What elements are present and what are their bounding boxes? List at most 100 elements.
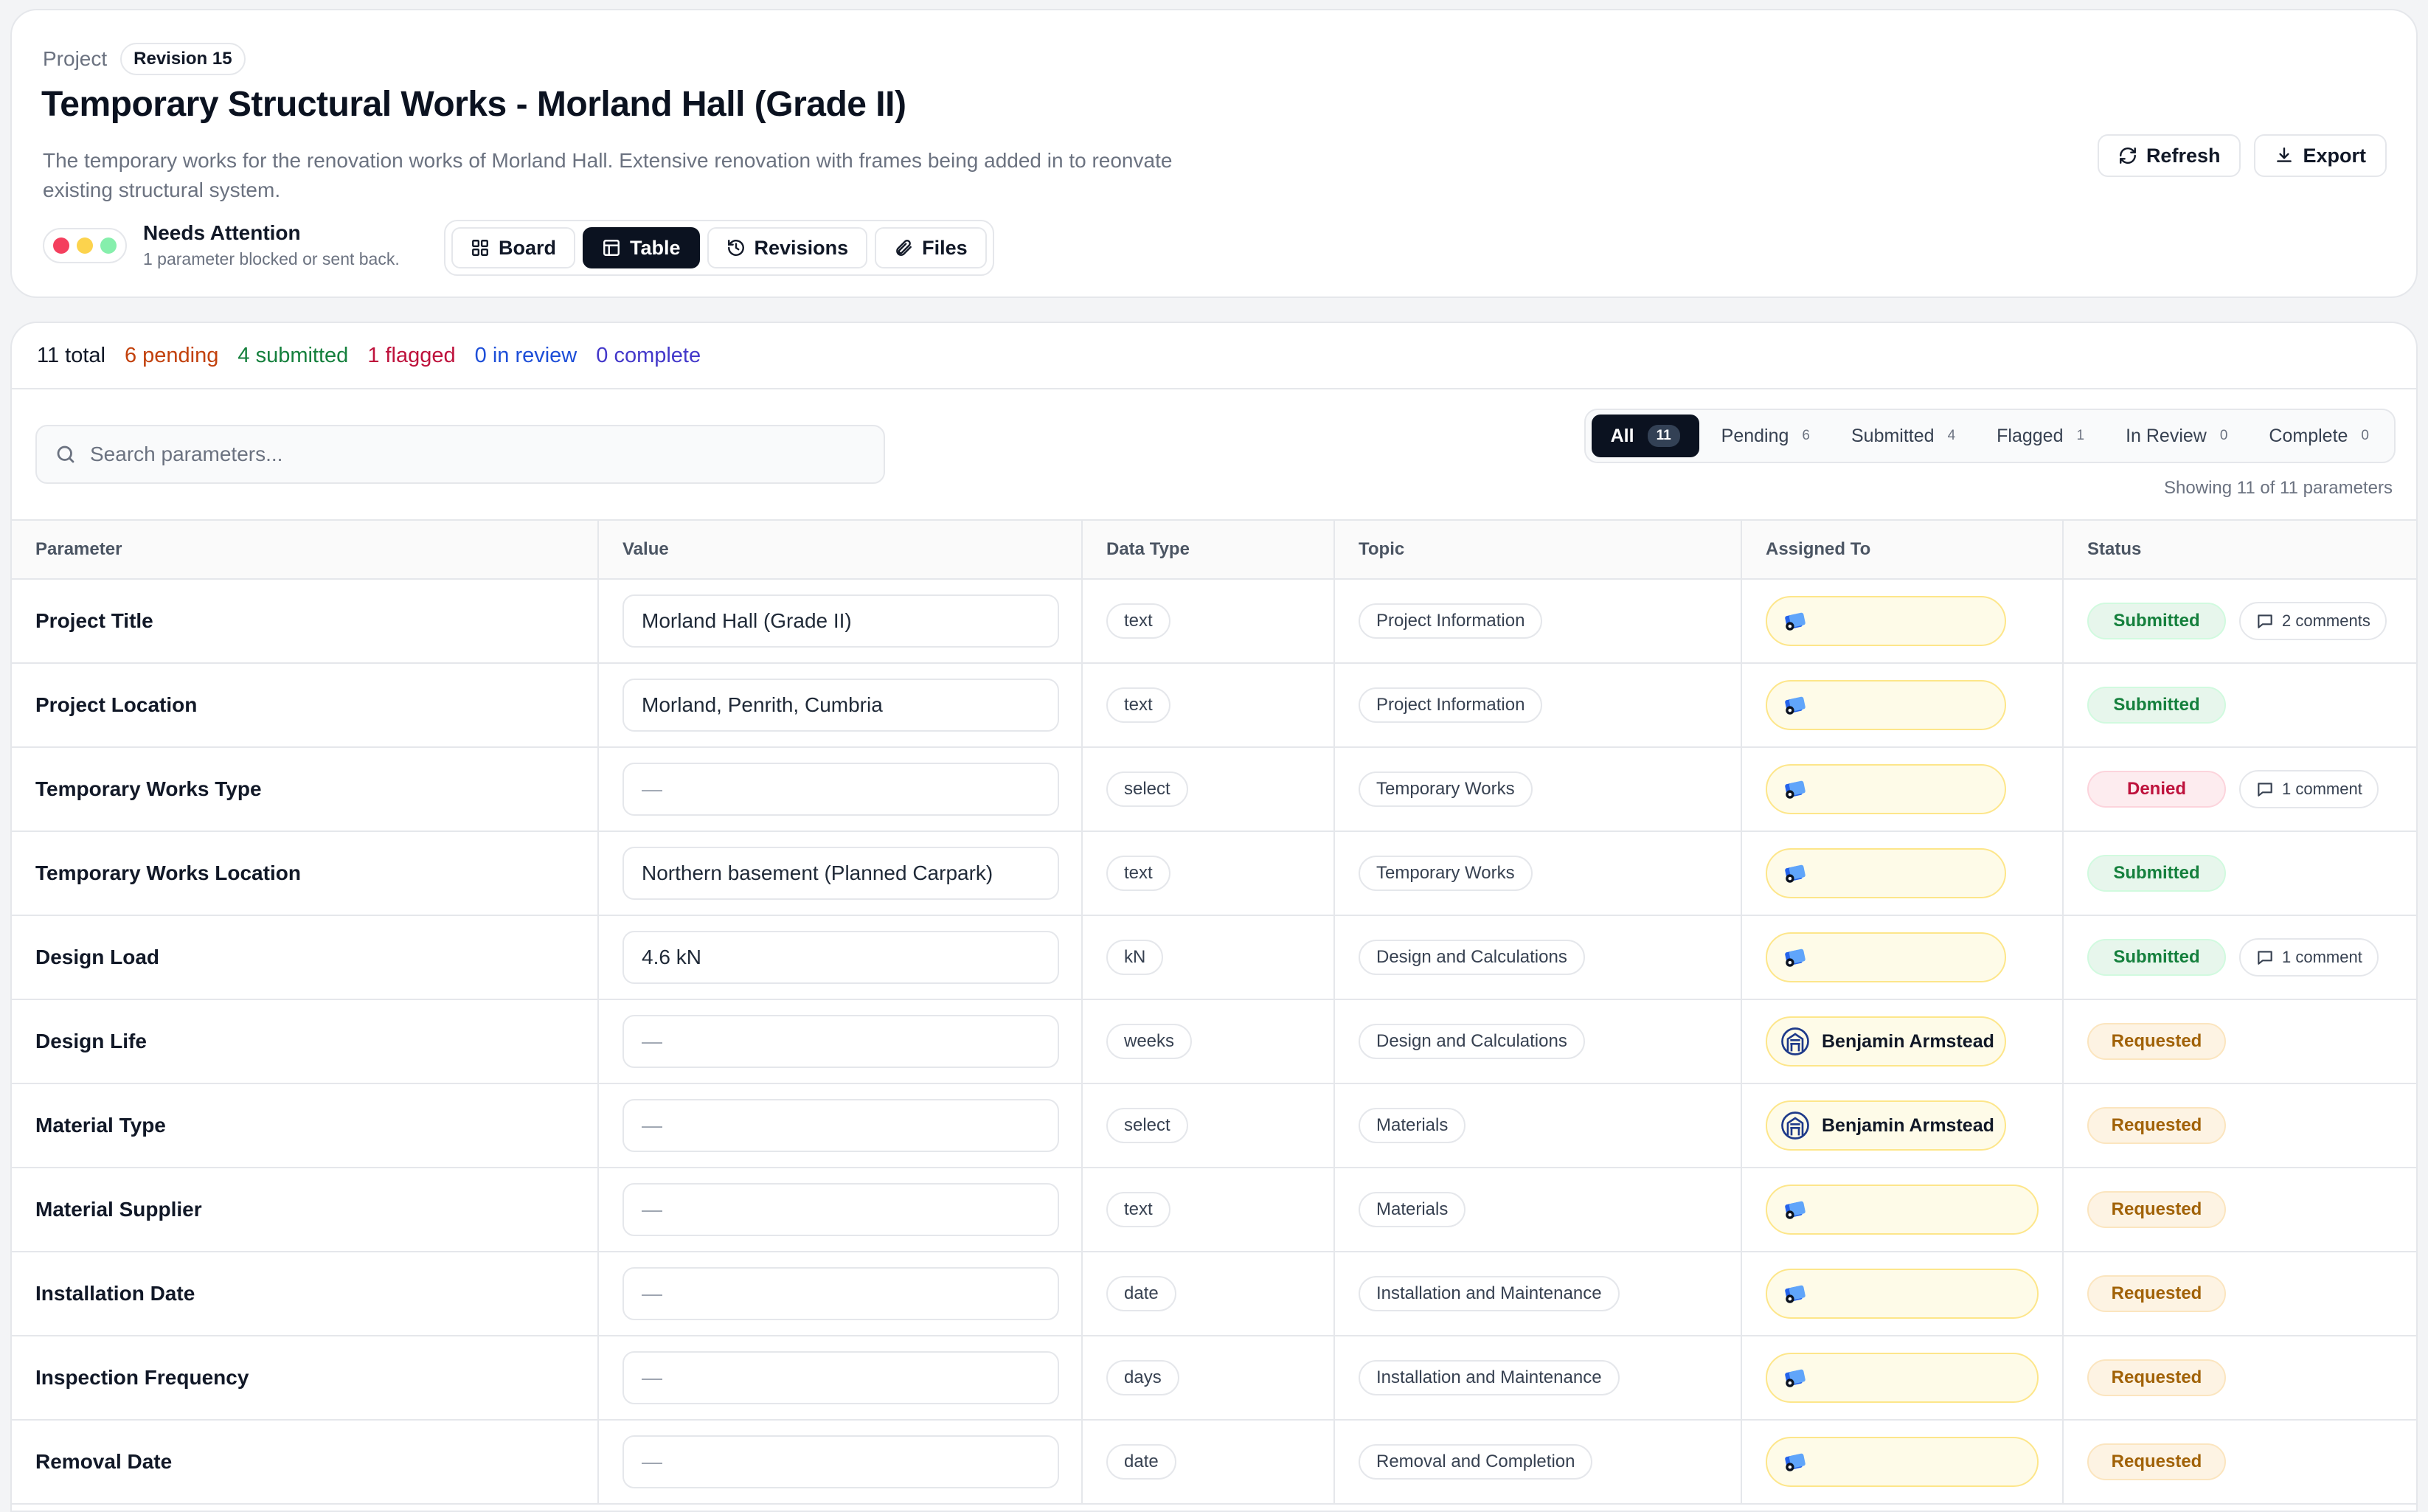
status-title: Needs Attention	[143, 221, 301, 244]
view-board-button[interactable]: Board	[451, 227, 576, 268]
column-header-status[interactable]: Status	[2064, 521, 2416, 578]
traffic-dot-amber	[77, 237, 93, 254]
table-row[interactable]: Material Supplier — text Materials Requested	[12, 1168, 2416, 1252]
topic-badge: Removal and Completion	[1359, 1444, 1593, 1480]
avatar	[1779, 689, 1811, 721]
comment-icon	[2258, 614, 2272, 628]
parameters-table: Parameter Value Data Type Topic Assigned…	[12, 519, 2416, 1505]
assignee-chip[interactable]	[1766, 1437, 2039, 1487]
project-header-card: Project Revision 15 Temporary Structural…	[10, 9, 2418, 298]
view-revisions-label: Revisions	[754, 236, 849, 259]
comments-button[interactable]: 2 comments	[2239, 602, 2387, 640]
assignee-chip[interactable]	[1766, 764, 2006, 814]
project-status: Needs Attention 1 parameter blocked or s…	[43, 221, 400, 269]
filter-tab-all[interactable]: All 11	[1591, 415, 1699, 457]
value-field[interactable]: —	[622, 1435, 1059, 1488]
column-header-parameter[interactable]: Parameter	[12, 521, 599, 578]
assignee-chip[interactable]	[1766, 848, 2006, 898]
data-type-badge: text	[1106, 1192, 1170, 1227]
cell-parameter: Removal Date	[12, 1421, 599, 1503]
parameters-card: 11 total 6 pending 4 submitted 1 flagged…	[10, 322, 2418, 1512]
avatar	[1779, 941, 1811, 974]
comments-count: 1 comment	[2282, 780, 2362, 798]
data-type-badge: select	[1106, 1108, 1188, 1143]
download-icon	[2277, 148, 2292, 162]
export-button[interactable]: Export	[2254, 134, 2387, 177]
table-row[interactable]: Project Location Morland, Penrith, Cumbri…	[12, 664, 2416, 748]
company-logo-icon	[1785, 696, 1806, 715]
topic-badge: Temporary Works	[1359, 856, 1533, 891]
value-field[interactable]: —	[622, 1183, 1059, 1236]
table-row[interactable]: Design Life — weeks Design and Calculations…	[12, 1000, 2416, 1084]
view-revisions-button[interactable]: Revisions	[707, 227, 868, 268]
cell-data-type: kN	[1083, 916, 1335, 999]
cell-data-type: text	[1083, 832, 1335, 915]
search-box[interactable]	[35, 425, 885, 484]
value-field[interactable]: —	[622, 1351, 1059, 1404]
filter-tab-count: 0	[2219, 428, 2228, 443]
assignee-chip[interactable]	[1766, 1185, 2039, 1235]
comments-button[interactable]: 1 comment	[2239, 770, 2379, 808]
table-row[interactable]: Removal Date — date Removal and Completion R…	[12, 1421, 2416, 1505]
cell-value: Morland, Penrith, Cumbria	[599, 664, 1083, 746]
company-logo-icon	[1785, 1369, 1806, 1387]
column-header-topic[interactable]: Topic	[1335, 521, 1742, 578]
value-field[interactable]: 4.6 kN	[622, 931, 1059, 984]
filter-tab-count: 11	[1647, 425, 1680, 447]
table-icon	[603, 240, 620, 256]
assignee-chip[interactable]	[1766, 596, 2006, 646]
filter-tab-submitted[interactable]: Submitted 4	[1832, 415, 1974, 457]
assignee-chip[interactable]: Benjamin Armstead	[1766, 1016, 2006, 1067]
value-field[interactable]: —	[622, 1099, 1059, 1152]
traffic-dot-red	[53, 237, 69, 254]
table-row[interactable]: Temporary Works Location Northern basemen…	[12, 832, 2416, 916]
table-row[interactable]: Project Title Morland Hall (Grade II) text…	[12, 580, 2416, 664]
data-type-badge: kN	[1106, 940, 1164, 975]
view-table-button[interactable]: Table	[583, 227, 700, 268]
refresh-button[interactable]: Refresh	[2097, 134, 2241, 177]
comment-icon	[2258, 783, 2272, 797]
filter-tab-pending[interactable]: Pending 6	[1702, 415, 1829, 457]
data-type-badge: text	[1106, 687, 1170, 723]
value-field[interactable]: —	[622, 1015, 1059, 1068]
table-row[interactable]: Design Load 4.6 kN kN Design and Calculatio…	[12, 916, 2416, 1000]
header-actions: Refresh Export	[2097, 134, 2387, 177]
table-row[interactable]: Inspection Frequency — days Installation an…	[12, 1336, 2416, 1421]
column-header-data-type[interactable]: Data Type	[1083, 521, 1335, 578]
table-row[interactable]: Material Type — select Materials Benjamin Ar…	[12, 1084, 2416, 1168]
assignee-chip[interactable]: Benjamin Armstead	[1766, 1100, 2006, 1151]
company-logo-icon	[1785, 1453, 1806, 1471]
comments-button[interactable]: 1 comment	[2239, 938, 2379, 977]
comments-count: 2 comments	[2282, 611, 2370, 630]
avatar	[1779, 1362, 1811, 1394]
value-field[interactable]: —	[622, 1267, 1059, 1320]
value-field[interactable]: Northern basement (Planned Carpark)	[622, 847, 1059, 900]
cell-value: Northern basement (Planned Carpark)	[599, 832, 1083, 915]
data-type-badge: weeks	[1106, 1024, 1193, 1059]
table-row[interactable]: Installation Date — date Installation and M…	[12, 1252, 2416, 1336]
company-logo-icon	[1785, 1285, 1806, 1303]
cell-status: Requested	[2064, 1168, 2416, 1251]
assignee-chip[interactable]	[1766, 680, 2006, 730]
column-header-value[interactable]: Value	[599, 521, 1083, 578]
status-badge: Submitted	[2087, 855, 2226, 892]
filter-tab-flagged[interactable]: Flagged 1	[1977, 415, 2103, 457]
value-field[interactable]: —	[622, 763, 1059, 816]
assignee-chip[interactable]	[1766, 1269, 2039, 1319]
filter-tab-in-review[interactable]: In Review 0	[2106, 415, 2247, 457]
value-field[interactable]: Morland Hall (Grade II)	[622, 594, 1059, 648]
cell-data-type: weeks	[1083, 1000, 1335, 1083]
filter-tab-complete[interactable]: Complete 0	[2250, 415, 2388, 457]
parameter-name: Temporary Works Location	[35, 861, 301, 884]
cell-topic: Design and Calculations	[1335, 1000, 1742, 1083]
assignee-chip[interactable]	[1766, 1353, 2039, 1403]
table-row[interactable]: Temporary Works Type — select Temporary Wor…	[12, 748, 2416, 832]
column-header-assigned-to[interactable]: Assigned To	[1742, 521, 2064, 578]
assignee-chip[interactable]	[1766, 932, 2006, 982]
parameter-name: Installation Date	[35, 1282, 195, 1305]
cell-value: Morland Hall (Grade II)	[599, 580, 1083, 662]
view-files-button[interactable]: Files	[875, 227, 987, 268]
cell-topic: Materials	[1335, 1168, 1742, 1251]
value-field[interactable]: Morland, Penrith, Cumbria	[622, 679, 1059, 732]
search-input[interactable]	[90, 443, 864, 466]
